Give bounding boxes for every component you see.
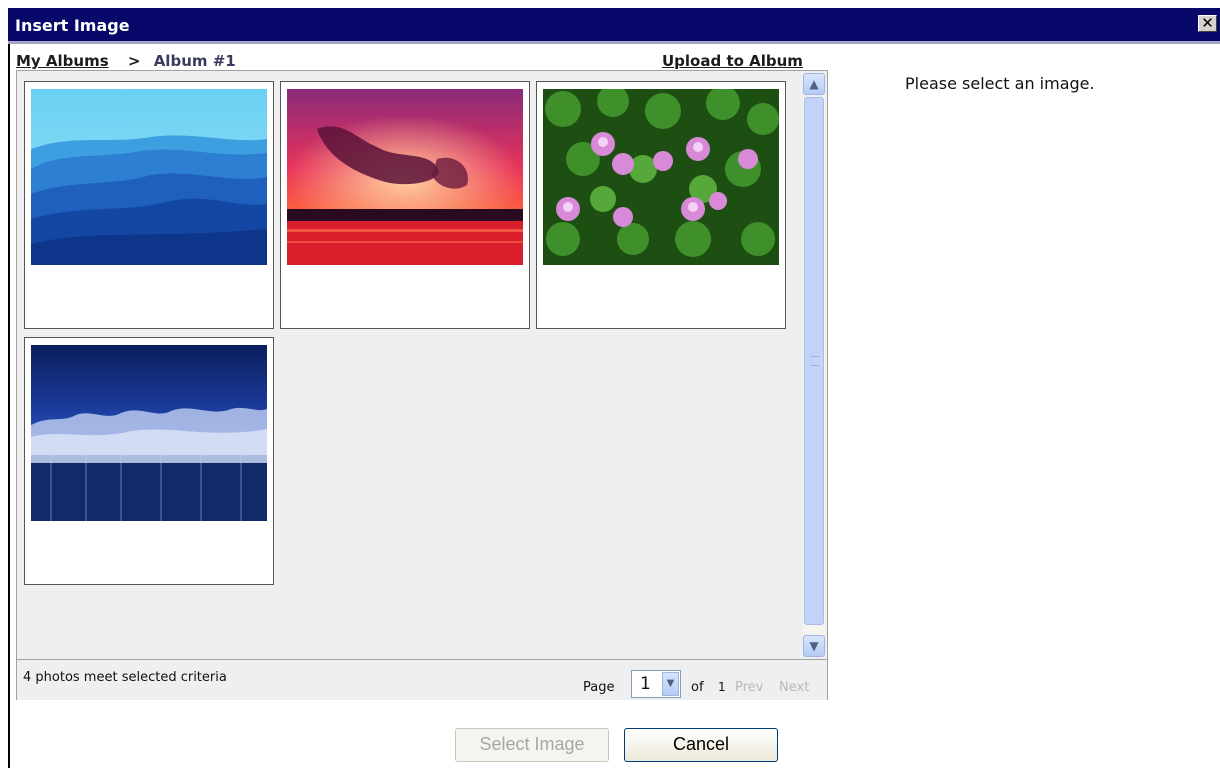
- prev-page-link[interactable]: Prev: [735, 680, 763, 695]
- dialog-title: Insert Image: [15, 16, 130, 35]
- scroll-down-icon[interactable]: ▼: [803, 635, 825, 657]
- photo-thumbnail-winter-forest[interactable]: [24, 337, 274, 585]
- breadcrumb-my-albums-link[interactable]: My Albums: [16, 52, 109, 70]
- breadcrumb: My Albums > Album #1: [16, 52, 236, 70]
- total-pages: 1: [718, 680, 726, 694]
- photo-forest-image: [31, 345, 267, 521]
- gallery-scrollbar[interactable]: ▲ ▼: [803, 73, 825, 657]
- breadcrumb-separator: >: [127, 52, 141, 70]
- photo-gallery: ▲ ▼ 4 photos meet selected criteria Page…: [16, 70, 828, 700]
- photo-mountains-image: [31, 89, 267, 265]
- photo-thumbnail-sunset[interactable]: [280, 81, 530, 329]
- next-page-link[interactable]: Next: [779, 680, 809, 695]
- gallery-footer: 4 photos meet selected criteria Page 1 ▼…: [17, 659, 827, 700]
- page-select[interactable]: 1 ▼: [631, 670, 681, 698]
- photo-grid: [17, 71, 801, 657]
- breadcrumb-current-album: Album #1: [153, 52, 236, 70]
- photo-sunset-image: [287, 89, 523, 265]
- of-label: of: [691, 680, 704, 695]
- cancel-button[interactable]: Cancel: [624, 728, 778, 762]
- photo-thumbnail-blue-mountains[interactable]: [24, 81, 274, 329]
- page-select-value: 1: [640, 674, 651, 694]
- photo-thumbnail-water-lilies[interactable]: [536, 81, 786, 329]
- status-message: Please select an image.: [905, 74, 1095, 93]
- chevron-down-icon[interactable]: ▼: [662, 672, 679, 696]
- page-label: Page: [583, 680, 615, 695]
- upload-to-album-link[interactable]: Upload to Album: [662, 52, 803, 70]
- select-image-button[interactable]: Select Image: [455, 728, 609, 762]
- dialog-left-border: [8, 44, 10, 768]
- scroll-up-icon[interactable]: ▲: [803, 73, 825, 95]
- photo-count-text: 4 photos meet selected criteria: [23, 670, 227, 685]
- dialog-titlebar: Insert Image ✕: [8, 8, 1220, 44]
- scroll-track[interactable]: [803, 97, 825, 635]
- close-icon[interactable]: ✕: [1198, 15, 1217, 32]
- photo-lilies-image: [543, 89, 779, 265]
- scroll-thumb[interactable]: [804, 97, 824, 625]
